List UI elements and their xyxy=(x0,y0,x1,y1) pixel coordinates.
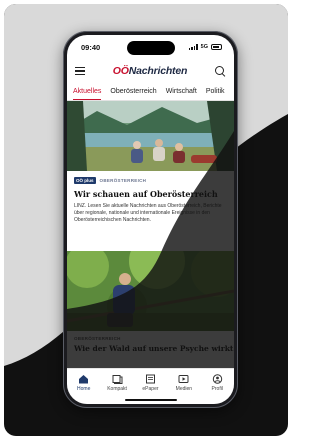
article-meta: OÖ plus OBERÖSTERREICH xyxy=(74,177,227,184)
nav-label: Profil xyxy=(211,386,223,392)
home-icon xyxy=(79,375,89,384)
nav-kompakt[interactable]: Kompakt xyxy=(102,374,132,392)
app-logo[interactable]: OÖ Nachrichten xyxy=(112,65,188,77)
battery-icon xyxy=(211,44,222,50)
article-kicker: OBERÖSTERREICH xyxy=(99,178,147,183)
nav-home[interactable]: Home xyxy=(69,374,99,392)
tab-wirtschaft[interactable]: Wirtschaft xyxy=(166,83,197,100)
network-label: 5G xyxy=(200,44,208,50)
nav-label: Medien xyxy=(175,386,193,392)
epaper-icon xyxy=(145,374,155,384)
nav-label: Home xyxy=(77,386,91,392)
article-card-1[interactable]: OÖ plus OBERÖSTERREICH Wir schauen auf O… xyxy=(67,171,234,251)
search-icon[interactable] xyxy=(214,65,226,77)
nav-medien[interactable]: Medien xyxy=(169,374,199,392)
article-card-2[interactable]: OBERÖSTERREICH Wie der Wald auf unsere P… xyxy=(67,331,234,368)
article-teaser: LINZ. Lesen Sie aktuelle Nachrichten aus… xyxy=(74,203,222,223)
nav-label: Kompakt xyxy=(107,386,127,392)
home-indicator[interactable] xyxy=(124,399,177,401)
article-headline[interactable]: Wie der Wald auf unsere Psyche wirkt xyxy=(74,344,233,353)
logo-prefix: OÖ xyxy=(112,65,129,77)
logo-suffix: Nachrichten xyxy=(128,65,188,77)
phone-mockup: 09:40 5G OÖ Nachrichten Aktuelles Oberöst… xyxy=(63,31,238,408)
hero-image-forest[interactable] xyxy=(67,233,234,331)
signal-icon xyxy=(188,44,198,50)
status-icons: 5G xyxy=(188,44,222,50)
media-icon xyxy=(178,375,189,383)
article-kicker: OBERÖSTERREICH xyxy=(74,336,121,341)
news-feed: OÖ plus OBERÖSTERREICH Wir schauen auf O… xyxy=(67,101,234,368)
dynamic-island xyxy=(126,41,175,55)
app-header: OÖ Nachrichten xyxy=(67,59,234,83)
kompakt-icon xyxy=(112,375,123,384)
nav-profil[interactable]: Profil xyxy=(202,374,232,392)
profile-icon xyxy=(212,374,222,384)
article-headline[interactable]: Wir schauen auf Oberösterreich xyxy=(74,189,227,199)
premium-badge: OÖ plus xyxy=(74,177,96,184)
tab-aktuelles[interactable]: Aktuelles xyxy=(73,83,102,100)
nav-label: ePaper xyxy=(142,386,159,392)
status-time: 09:40 xyxy=(81,42,101,52)
menu-icon[interactable] xyxy=(75,67,85,75)
hero-image-lake[interactable] xyxy=(67,101,234,171)
category-tabs: Aktuelles Oberösterreich Wirtschaft Poli… xyxy=(67,83,234,101)
phone-screen: 09:40 5G OÖ Nachrichten Aktuelles Oberöst… xyxy=(67,35,234,404)
tab-politik[interactable]: Politik xyxy=(206,83,225,100)
nav-epaper[interactable]: ePaper xyxy=(135,374,165,392)
tab-oberoesterreich[interactable]: Oberösterreich xyxy=(110,83,156,100)
